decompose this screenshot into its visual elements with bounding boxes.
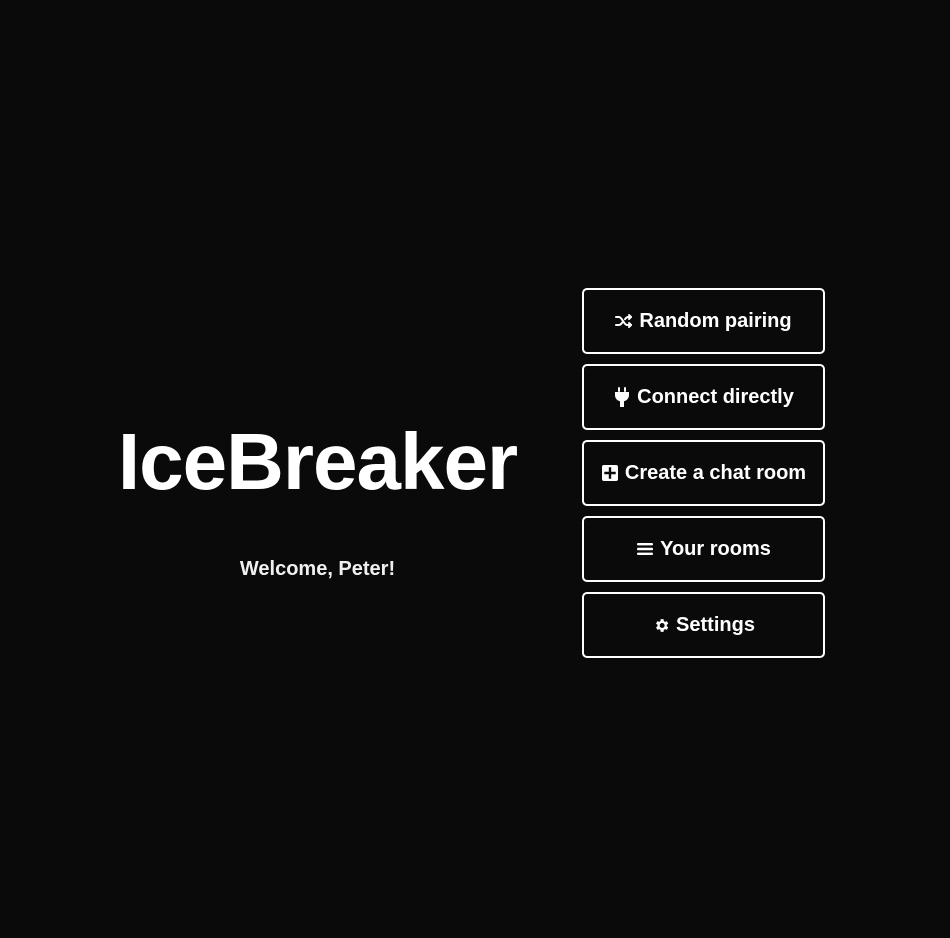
random-pairing-button[interactable]: Random pairing <box>582 288 825 354</box>
settings-label: Settings <box>676 613 755 636</box>
main-menu: Random pairing Connect directly Create a… <box>582 288 825 658</box>
shuffle-icon <box>615 312 633 330</box>
gear-icon <box>652 616 670 634</box>
settings-button[interactable]: Settings <box>582 592 825 658</box>
welcome-message: Welcome, Peter! <box>239 558 396 580</box>
connect-directly-button[interactable]: Connect directly <box>582 364 825 430</box>
connect-directly-label: Connect directly <box>637 385 794 408</box>
your-rooms-label: Your rooms <box>660 537 771 560</box>
create-chat-room-button[interactable]: Create a chat room <box>582 440 825 506</box>
main-page: IceBreaker Welcome, Peter! Random pairin… <box>0 0 950 938</box>
random-pairing-label: Random pairing <box>639 309 792 332</box>
your-rooms-button[interactable]: Your rooms <box>582 516 825 582</box>
list-icon <box>636 540 654 558</box>
plug-icon <box>613 387 631 407</box>
brand-section: IceBreaker Welcome, Peter! <box>95 410 540 581</box>
plus-square-icon <box>601 464 619 482</box>
app-title: IceBreaker <box>117 417 518 506</box>
create-chat-room-label: Create a chat room <box>624 461 807 484</box>
